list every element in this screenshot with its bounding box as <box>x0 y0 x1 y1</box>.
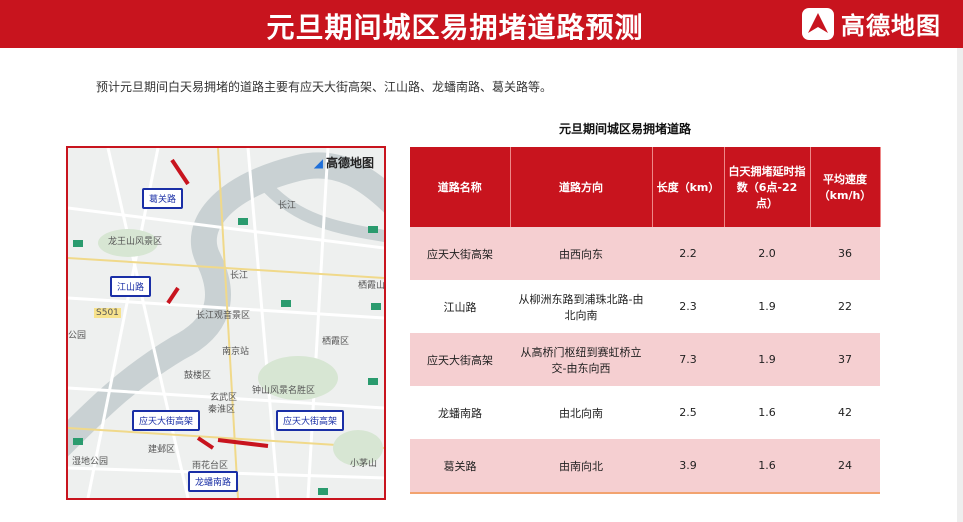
map-logo-text: 高德地图 <box>325 156 374 170</box>
cell-delay-index: 1.6 <box>724 386 810 439</box>
cell-direction: 从高桥门枢纽到赛虹桥立交-由东向西 <box>510 333 652 386</box>
cell-speed: 37 <box>810 333 880 386</box>
cell-speed: 36 <box>810 227 880 280</box>
cell-road: 应天大街高架 <box>410 333 510 386</box>
cell-road: 应天大街高架 <box>410 227 510 280</box>
map-tag-geguan[interactable]: 葛关路 <box>142 188 184 209</box>
cell-length: 7.3 <box>652 333 724 386</box>
map-label: S501 <box>94 308 121 318</box>
cell-direction: 由西向东 <box>510 227 652 280</box>
cell-speed: 42 <box>810 386 880 439</box>
cell-length: 2.3 <box>652 280 724 333</box>
header-bar: 元旦期间城区易拥堵道路预测 高德地图 <box>0 0 963 48</box>
map-tag-yingtian-2[interactable]: 应天大街高架 <box>276 410 345 431</box>
col-header-delay-index: 白天拥堵延时指数（6点-22点） <box>724 147 811 227</box>
map-label: 鼓楼区 <box>184 371 212 381</box>
map-logo: ◢ 高德地图 <box>314 154 374 171</box>
map-label: 公园 <box>68 331 87 341</box>
map-label: 长江观音景区 <box>196 311 251 321</box>
cell-road: 龙蟠南路 <box>410 386 510 439</box>
page-title: 元旦期间城区易拥堵道路预测 <box>266 11 644 44</box>
map-label: 长江 <box>278 201 297 211</box>
map-tag-longpan[interactable]: 龙蟠南路 <box>188 471 239 492</box>
amap-logo: 高德地图 <box>801 6 941 41</box>
table-title: 元旦期间城区易拥堵道路 <box>558 122 691 136</box>
col-header-direction: 道路方向 <box>510 147 653 227</box>
map-base <box>68 148 384 498</box>
map-label: 龙王山风景区 <box>108 237 163 247</box>
col-header-road: 道路名称 <box>410 147 511 227</box>
cell-delay-index: 1.9 <box>724 280 810 333</box>
map-label: 小茅山 <box>350 459 378 469</box>
map-label: 钟山风景名胜区 <box>252 386 316 396</box>
congestion-table: 道路名称 道路方向 长度（km） 白天拥堵延时指数（6点-22点） 平均速度（k… <box>410 147 881 494</box>
cell-speed: 22 <box>810 280 880 333</box>
table-row: 葛关路 由南向北 3.9 1.6 24 <box>410 439 880 494</box>
intro-text: 预计元旦期间白天易拥堵的道路主要有应天大街高架、江山路、龙蟠南路、葛关路等。 <box>96 80 553 94</box>
cell-road: 江山路 <box>410 280 510 333</box>
map-label: 湿地公园 <box>72 457 109 467</box>
table-header-row: 道路名称 道路方向 长度（km） 白天拥堵延时指数（6点-22点） 平均速度（k… <box>410 147 881 227</box>
col-header-length: 长度（km） <box>652 147 725 227</box>
cell-delay-index: 1.9 <box>724 333 810 386</box>
map-label: 长江 <box>230 271 249 281</box>
cell-direction: 从柳洲东路到浦珠北路-由北向南 <box>510 280 652 333</box>
logo-text: 高德地图 <box>841 12 941 40</box>
cell-direction: 由北向南 <box>510 386 652 439</box>
map-tag-yingtian-1[interactable]: 应天大街高架 <box>132 410 201 431</box>
map-label: 南京站 <box>222 347 250 357</box>
col-header-speed: 平均速度（km/h） <box>810 147 881 227</box>
cell-speed: 24 <box>810 439 880 494</box>
table-row: 龙蟠南路 由北向南 2.5 1.6 42 <box>410 386 880 439</box>
amap-logo-icon: ◢ <box>313 155 323 170</box>
cell-delay-index: 1.6 <box>724 439 810 494</box>
table-row: 江山路 从柳洲东路到浦珠北路-由北向南 2.3 1.9 22 <box>410 280 880 333</box>
map-label: 栖霞山 <box>358 281 386 291</box>
map-label: 栖霞区 <box>322 337 350 347</box>
cell-length: 3.9 <box>652 439 724 494</box>
table-row: 应天大街高架 由西向东 2.2 2.0 36 <box>410 227 880 280</box>
cell-length: 2.5 <box>652 386 724 439</box>
right-edge <box>957 48 963 522</box>
map-label: 雨花台区 <box>192 461 229 471</box>
traffic-map[interactable]: ◢ 高德地图 葛关路 江山路 应天大街高架 应天大街高架 龙蟠南路 龙王山风景区… <box>66 146 386 500</box>
map-label: 建邺区 <box>148 445 176 455</box>
amap-logo-icon <box>802 7 834 40</box>
cell-length: 2.2 <box>652 227 724 280</box>
cell-direction: 由南向北 <box>510 439 652 494</box>
table-row: 应天大街高架 从高桥门枢纽到赛虹桥立交-由东向西 7.3 1.9 37 <box>410 333 880 386</box>
map-label: 秦淮区 <box>208 405 236 415</box>
map-tag-jiangshan[interactable]: 江山路 <box>110 276 152 297</box>
cell-delay-index: 2.0 <box>724 227 810 280</box>
cell-road: 葛关路 <box>410 439 510 494</box>
